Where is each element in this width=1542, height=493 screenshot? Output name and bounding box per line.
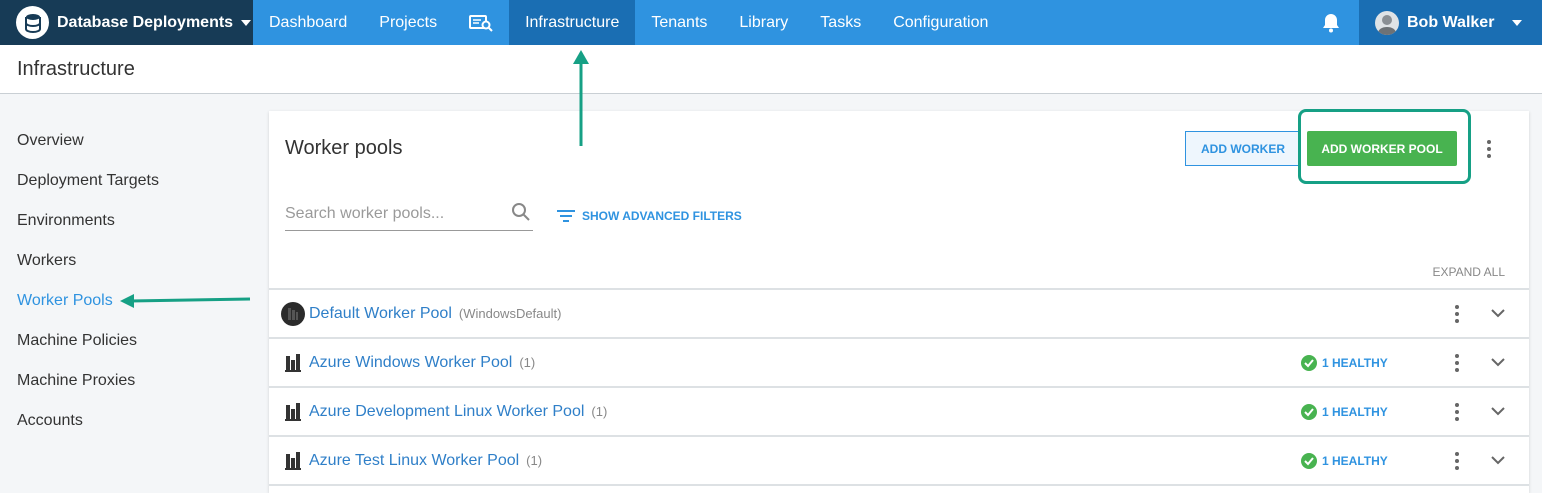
row-overflow-menu-icon[interactable]: [1447, 449, 1467, 473]
sidebar-item-environments[interactable]: Environments: [0, 201, 260, 241]
bell-icon[interactable]: [1303, 0, 1359, 45]
sidebar-item-deployment-targets[interactable]: Deployment Targets: [0, 161, 260, 201]
health-status: 1 HEALTHY: [1301, 452, 1388, 469]
database-icon: [16, 6, 49, 39]
nav-infrastructure[interactable]: Infrastructure: [509, 0, 636, 45]
sidebar-item-machine-policies[interactable]: Machine Policies: [0, 321, 260, 361]
filter-icon: [557, 210, 575, 222]
pool-name[interactable]: Default Worker Pool: [309, 305, 452, 322]
row-overflow-menu-icon[interactable]: [1447, 400, 1467, 424]
windows-default-pool-icon: [281, 302, 305, 326]
health-status: 1 HEALTHY: [1301, 403, 1388, 420]
overflow-menu-icon[interactable]: [1479, 137, 1499, 161]
nav-search-icon[interactable]: [453, 0, 509, 45]
worker-pool-icon: [281, 400, 305, 424]
caret-down-icon: [241, 19, 252, 26]
avatar: [1375, 10, 1399, 35]
sidebar-item-workers[interactable]: Workers: [0, 241, 260, 281]
check-circle-icon: [1301, 452, 1317, 469]
pool-meta: (1): [519, 354, 536, 370]
chevron-down-icon[interactable]: [1491, 305, 1505, 323]
add-worker-pool-button[interactable]: ADD WORKER POOL: [1307, 131, 1457, 166]
expand-all-button[interactable]: EXPAND ALL: [1433, 265, 1505, 279]
show-advanced-filters-button[interactable]: SHOW ADVANCED FILTERS: [556, 209, 742, 223]
top-navigation-bar: Database Deployments Dashboard Projects …: [0, 0, 1542, 45]
list-item[interactable]: Default Worker Pool (WindowsDefault): [269, 288, 1529, 337]
chevron-down-icon[interactable]: [1491, 452, 1505, 470]
sidebar-item-worker-pools[interactable]: Worker Pools: [0, 281, 260, 321]
sidebar: Overview Deployment Targets Environments…: [0, 121, 260, 441]
health-label: 1 HEALTHY: [1322, 404, 1388, 419]
page-header: Infrastructure: [0, 45, 1542, 94]
search-input[interactable]: [285, 204, 505, 223]
card-title: Worker pools: [285, 137, 403, 159]
worker-pool-list: Default Worker Pool (WindowsDefault) Azur…: [269, 288, 1529, 493]
pool-meta: (1): [526, 452, 543, 468]
row-overflow-menu-icon[interactable]: [1447, 302, 1467, 326]
nav-tenants[interactable]: Tenants: [635, 0, 723, 45]
health-status: 1 HEALTHY: [1301, 354, 1388, 371]
space-name: Database Deployments: [57, 13, 234, 31]
nav-configuration[interactable]: Configuration: [877, 0, 1004, 45]
sidebar-item-overview[interactable]: Overview: [0, 121, 260, 161]
list-item[interactable]: Azure Test Linux Worker Pool (1) 1 HEALTH…: [269, 435, 1529, 484]
add-worker-button[interactable]: ADD WORKER: [1185, 131, 1301, 166]
search-icon[interactable]: [511, 202, 531, 227]
search-field[interactable]: [285, 197, 533, 231]
nav-projects[interactable]: Projects: [363, 0, 453, 45]
worker-pool-icon: [281, 449, 305, 473]
page-title: Infrastructure: [17, 57, 135, 80]
list-item: [269, 484, 1529, 493]
space-switcher[interactable]: Database Deployments: [0, 0, 253, 45]
health-label: 1 HEALTHY: [1322, 453, 1388, 468]
nav-dashboard[interactable]: Dashboard: [253, 0, 363, 45]
worker-pools-card: Worker pools ADD WORKER ADD WORKER POOL …: [269, 109, 1529, 493]
chevron-down-icon[interactable]: [1491, 403, 1505, 421]
list-item[interactable]: Azure Development Linux Worker Pool (1) 1…: [269, 386, 1529, 435]
worker-pool-icon: [281, 351, 305, 375]
list-item[interactable]: Azure Windows Worker Pool (1) 1 HEALTHY: [269, 337, 1529, 386]
row-overflow-menu-icon[interactable]: [1447, 351, 1467, 375]
nav-library[interactable]: Library: [723, 0, 804, 45]
pool-name[interactable]: Azure Development Linux Worker Pool: [309, 403, 584, 420]
nav-tasks[interactable]: Tasks: [804, 0, 877, 45]
user-name: Bob Walker: [1407, 13, 1495, 31]
pool-meta: (1): [591, 403, 608, 419]
sidebar-item-machine-proxies[interactable]: Machine Proxies: [0, 361, 260, 401]
chevron-down-icon[interactable]: [1491, 354, 1505, 372]
check-circle-icon: [1301, 354, 1317, 371]
pool-meta: (WindowsDefault): [458, 305, 562, 321]
check-circle-icon: [1301, 403, 1317, 420]
filters-label: SHOW ADVANCED FILTERS: [582, 209, 742, 223]
sidebar-item-accounts[interactable]: Accounts: [0, 401, 260, 441]
pool-name[interactable]: Azure Windows Worker Pool: [309, 354, 512, 371]
user-menu[interactable]: Bob Walker: [1359, 0, 1542, 45]
health-label: 1 HEALTHY: [1322, 355, 1388, 370]
caret-down-icon: [1512, 19, 1523, 26]
pool-name[interactable]: Azure Test Linux Worker Pool: [309, 452, 519, 469]
